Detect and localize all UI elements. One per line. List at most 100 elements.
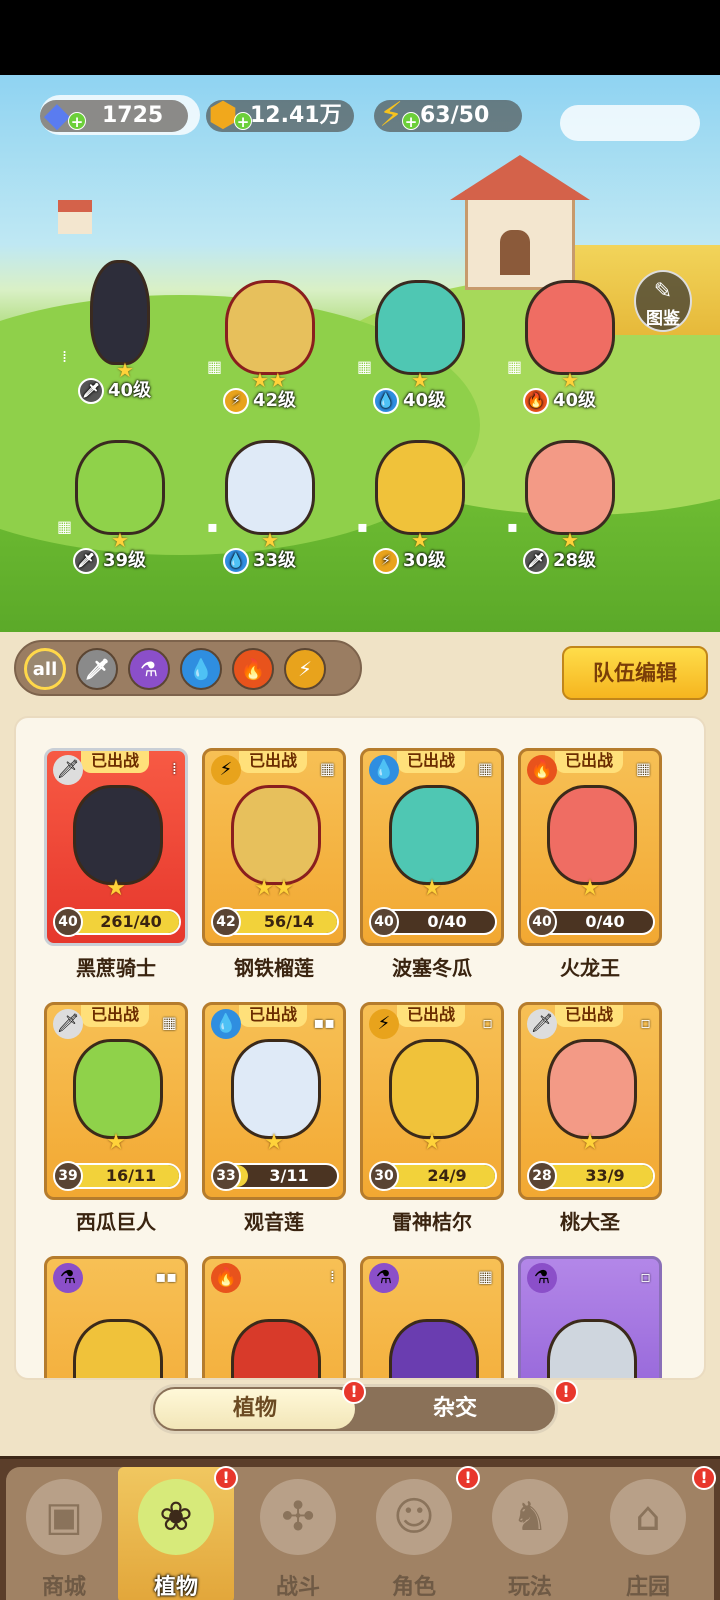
plant-card[interactable]: 已出战 💧 ▦ ★ 40 0/40 xyxy=(360,748,504,946)
add-gems-icon[interactable]: + xyxy=(68,112,86,131)
deployed-tag: 已出战 xyxy=(555,1005,624,1027)
potion-filter-icon[interactable]: ⚗ xyxy=(128,648,170,690)
nav-character[interactable]: ☺ 角色 xyxy=(356,1467,472,1600)
progress-bar: 40 0/40 xyxy=(369,907,497,937)
hero-sprite xyxy=(375,440,465,535)
gameplay-icon: ♞ xyxy=(492,1479,568,1555)
deployed-tag: 已出战 xyxy=(239,1005,308,1027)
plant-card[interactable]: 已出战 🗡 ⁞ ★ 40 261/40 xyxy=(44,748,188,946)
energy-count: 63/50 xyxy=(420,103,490,128)
plant-portrait xyxy=(389,1039,479,1139)
plant-level: 40 xyxy=(53,907,83,937)
cloud xyxy=(560,105,700,141)
notification-badge: ! xyxy=(342,1380,366,1404)
formation-icon: ▫ xyxy=(640,1267,651,1286)
gold-counter[interactable]: ⬢ + 12.41万 xyxy=(206,98,354,132)
plant-card[interactable]: 已出战 🔥 ▦ ★ 40 0/40 xyxy=(518,748,662,946)
deployed-tag: 已出战 xyxy=(555,751,624,773)
scene-hero[interactable]: ▦ ★ 🔥 40级 xyxy=(505,270,635,420)
formation-icon: ▫ xyxy=(482,1013,493,1032)
plant-stars: ★★ xyxy=(254,876,294,901)
formation-icon: ▦ xyxy=(635,759,651,778)
plant-level: 30 xyxy=(369,1161,399,1191)
gem-counter[interactable]: ◆ + 1725 xyxy=(40,98,188,132)
nav-plants[interactable]: ❀ 植物 xyxy=(118,1467,234,1600)
add-energy-icon[interactable]: + xyxy=(402,112,420,131)
plant-level: 40 xyxy=(527,907,557,937)
plant-card[interactable]: 🔥 ⁞ xyxy=(202,1256,346,1378)
scene-hero[interactable]: ▦ ★ 💧 40级 xyxy=(355,270,485,420)
plant-card[interactable]: 已出战 ⚡ ▫ ★ 30 24/9 xyxy=(360,1002,504,1200)
plant-stars: ★ xyxy=(580,1130,600,1155)
plant-progress: 24/9 xyxy=(427,1166,467,1185)
nav-label: 战斗 xyxy=(275,1575,320,1600)
deployed-tag: 已出战 xyxy=(397,751,466,773)
filter-all-button[interactable]: all xyxy=(24,648,66,690)
codex-label: 图鉴 xyxy=(646,309,680,329)
plant-level: 42 xyxy=(211,907,241,937)
hero-level: 28级 xyxy=(553,550,597,571)
hero-level: 30级 xyxy=(403,550,447,571)
water-filter-icon[interactable]: 💧 xyxy=(180,648,222,690)
scene-hero[interactable]: ▪ ★ 💧 33级 xyxy=(205,430,335,580)
potion-icon: ⚗ xyxy=(527,1263,557,1293)
plants-icon: ❀ xyxy=(138,1479,214,1555)
tab-hybrid[interactable]: 杂交 xyxy=(357,1389,553,1429)
nav-manor[interactable]: ⌂ 庄园 xyxy=(590,1467,706,1600)
nav-gameplay[interactable]: ♞ 玩法 xyxy=(472,1467,588,1600)
scene-hero[interactable]: ▦ ★ 🗡 39级 xyxy=(55,430,185,580)
lightning-icon: ⚡ xyxy=(373,548,399,574)
plant-card[interactable]: 已出战 🗡 ▦ ★ 39 16/11 xyxy=(44,1002,188,1200)
nav-battle[interactable]: ✣ 战斗 xyxy=(240,1467,356,1600)
sword-filter-icon[interactable]: 🗡 xyxy=(76,648,118,690)
plant-card[interactable]: ⚗ ▦ xyxy=(360,1256,504,1378)
hero-sprite xyxy=(375,280,465,375)
plant-stars: ★ xyxy=(106,1130,126,1155)
formation-icon: ▦ xyxy=(319,759,335,778)
potion-icon: ⚗ xyxy=(53,1263,83,1293)
add-gold-icon[interactable]: + xyxy=(234,112,252,131)
scene-hero[interactable]: ▪ ★ ⚡ 30级 xyxy=(355,430,485,580)
notification-badge: ! xyxy=(456,1466,480,1490)
plant-card[interactable]: ⚗ ▫ xyxy=(518,1256,662,1378)
fire-icon: 🔥 xyxy=(523,388,549,414)
plant-name: 雷神桔尔 xyxy=(392,1210,472,1234)
hero-sprite xyxy=(225,280,315,375)
plant-name: 火龙王 xyxy=(560,956,620,980)
tab-plants[interactable]: 植物 xyxy=(155,1389,355,1429)
plant-card[interactable]: 已出战 💧 ▪▪ ★ 33 3/11 xyxy=(202,1002,346,1200)
formation-icon: ▪ xyxy=(207,517,218,536)
plant-progress: 56/14 xyxy=(263,912,315,931)
nav-shop[interactable]: ▣ 商城 xyxy=(6,1467,122,1600)
plant-list[interactable]: 已出战 🗡 ⁞ ★ 40 261/40 黑蔗骑士 已出战 ⚡ ▦ ★★ 42 56/… xyxy=(14,716,706,1380)
formation-icon: ▪ xyxy=(507,517,518,536)
fire-filter-icon[interactable]: 🔥 xyxy=(232,648,274,690)
plant-card[interactable]: 已出战 🗡 ▫ ★ 28 33/9 xyxy=(518,1002,662,1200)
plant-portrait xyxy=(73,785,163,885)
scene-hero[interactable]: ▪ ★ 🗡 28级 xyxy=(505,430,635,580)
hero-sprite xyxy=(90,260,150,365)
plant-progress: 0/40 xyxy=(427,912,467,931)
scene-hero[interactable]: ▦ ★★ ⚡ 42级 xyxy=(205,270,335,420)
energy-counter[interactable]: ⚡ + 63/50 xyxy=(374,98,522,132)
shop-icon: ▣ xyxy=(26,1479,102,1555)
deployed-tag: 已出战 xyxy=(81,751,150,773)
hero-sprite xyxy=(75,440,165,535)
formation-icon: ▦ xyxy=(357,357,373,376)
plant-portrait xyxy=(231,1039,321,1139)
formation-icon: ▪ xyxy=(357,517,368,536)
lightning-icon: ⚡ xyxy=(369,1009,399,1039)
formation-icon: ▦ xyxy=(507,357,523,376)
codex-button[interactable]: ✎ 图鉴 xyxy=(634,270,692,332)
fire-icon: 🔥 xyxy=(211,1263,241,1293)
formation-icon: ▦ xyxy=(477,759,493,778)
lightning-filter-icon[interactable]: ⚡ xyxy=(284,648,326,690)
plant-card[interactable]: ⚗ ▪▪ xyxy=(44,1256,188,1378)
progress-bar: 40 0/40 xyxy=(527,907,655,937)
formation-icon: ⁞ xyxy=(62,347,68,366)
plant-card[interactable]: 已出战 ⚡ ▦ ★★ 42 56/14 xyxy=(202,748,346,946)
scene-hero[interactable]: ⁞ ★ 🗡 40级 xyxy=(60,260,190,410)
hero-sprite xyxy=(525,440,615,535)
plant-portrait xyxy=(547,1319,637,1378)
team-edit-button[interactable]: 队伍编辑 xyxy=(562,646,708,700)
